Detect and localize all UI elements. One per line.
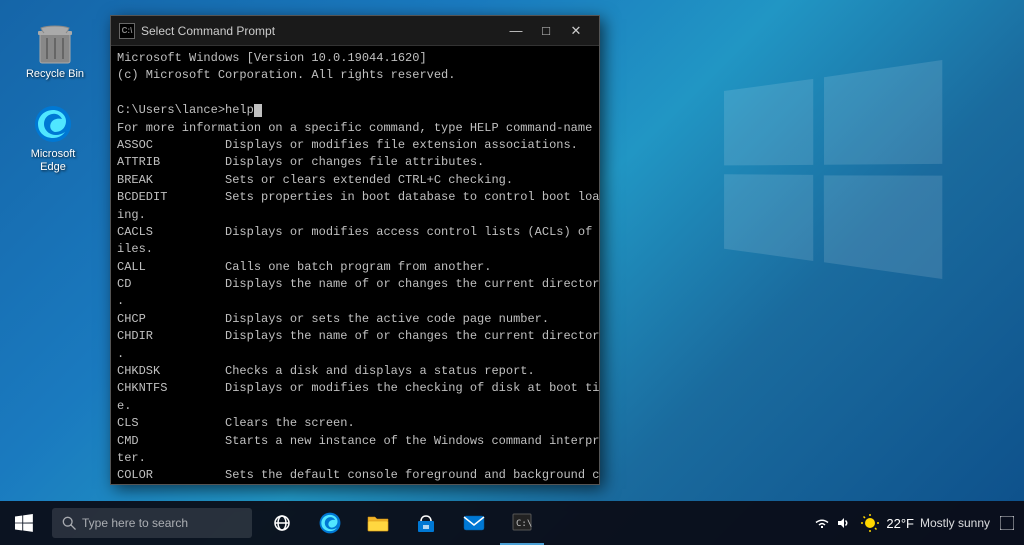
cmd-body: Microsoft Windows [Version 10.0.19044.16…: [111, 46, 599, 484]
weather-icon: [860, 513, 880, 533]
close-button[interactable]: ✕: [561, 16, 591, 46]
desktop: Recycle Bin Microsoft Edge C:\ Select Co…: [0, 0, 1024, 545]
windows-watermark: [724, 60, 944, 280]
taskbar: Type here to search: [0, 501, 1024, 545]
minimize-button[interactable]: —: [501, 16, 531, 46]
maximize-button[interactable]: □: [531, 16, 561, 46]
taskbar-pinned-icons: C:\: [260, 501, 544, 545]
recycle-bin-image: [35, 24, 75, 64]
search-placeholder: Type here to search: [82, 516, 188, 530]
edge-browser-icon[interactable]: Microsoft Edge: [18, 100, 88, 178]
notification-icon[interactable]: [1000, 516, 1014, 530]
cmd-titlebar: C:\ Select Command Prompt — □ ✕: [111, 16, 599, 46]
sound-icon[interactable]: [836, 516, 850, 530]
network-icon[interactable]: [814, 516, 830, 530]
taskbar-search-box[interactable]: Type here to search: [52, 508, 252, 538]
taskbar-right: 22°F Mostly sunny: [814, 513, 1024, 533]
weather-temp: 22°F: [886, 516, 914, 531]
taskbar-explorer-button[interactable]: [356, 501, 400, 545]
cmd-content-scroll[interactable]: Microsoft Windows [Version 10.0.19044.16…: [111, 46, 599, 484]
taskbar-store-button[interactable]: [404, 501, 448, 545]
edge-image: [33, 104, 73, 144]
cmd-title: Select Command Prompt: [141, 24, 501, 38]
edge-label: Microsoft Edge: [22, 148, 84, 174]
recycle-bin-label: Recycle Bin: [26, 68, 84, 81]
weather-condition: Mostly sunny: [920, 516, 990, 530]
cmd-window: C:\ Select Command Prompt — □ ✕ Microsof…: [110, 15, 600, 485]
taskbar-cmd-button[interactable]: C:\: [500, 501, 544, 545]
cmd-output: Microsoft Windows [Version 10.0.19044.16…: [117, 50, 593, 484]
start-button[interactable]: [0, 501, 48, 545]
svg-text:C:\: C:\: [516, 519, 532, 529]
cmd-icon: C:\: [119, 23, 135, 39]
cmd-window-controls: — □ ✕: [501, 16, 591, 46]
weather-widget[interactable]: 22°F Mostly sunny: [860, 513, 990, 533]
taskbar-edge-button[interactable]: [308, 501, 352, 545]
recycle-bin-icon[interactable]: Recycle Bin: [20, 20, 90, 85]
taskbar-mail-button[interactable]: [452, 501, 496, 545]
task-view-button[interactable]: [260, 501, 304, 545]
